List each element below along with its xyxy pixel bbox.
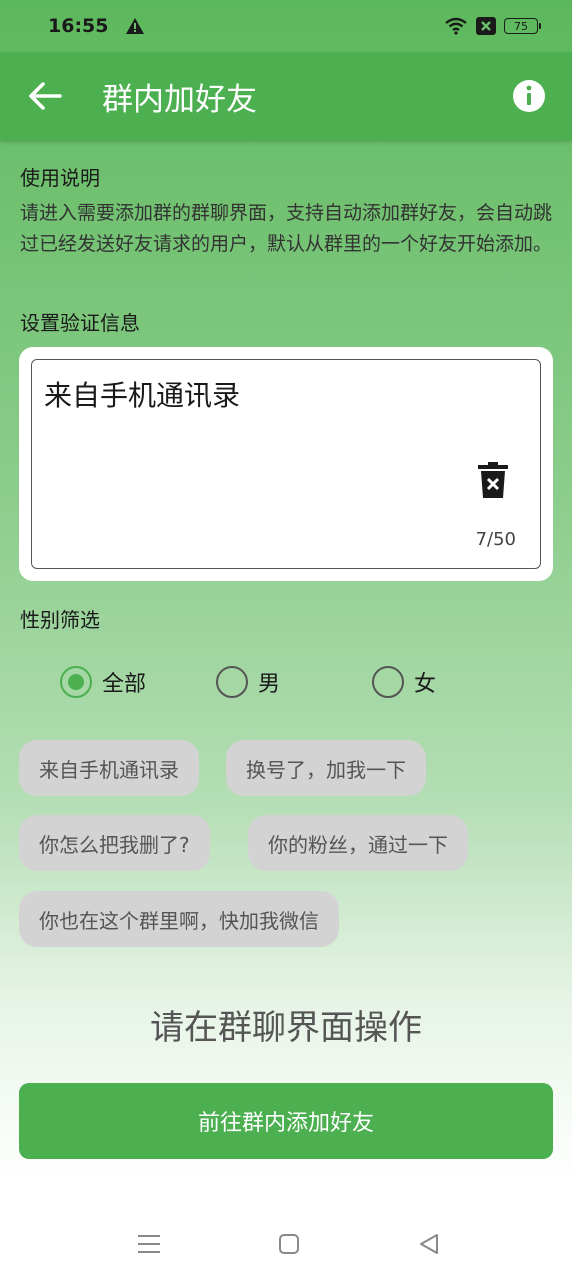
char-counter: 7/50 (475, 529, 516, 550)
go-add-friends-button[interactable]: 前往群内添加好友 (19, 1083, 553, 1159)
verify-message-value: 来自手机通讯录 (44, 379, 241, 412)
system-nav-bar (0, 1215, 572, 1275)
radio-male-label: 男 (258, 672, 281, 697)
radio-female-label: 女 (414, 672, 437, 697)
back-triangle-icon[interactable] (416, 1231, 442, 1257)
gender-label: 性别筛选 (20, 608, 100, 632)
page-title: 群内加好友 (102, 81, 257, 118)
preset-chip[interactable]: 你怎么把我删了? (19, 815, 210, 871)
status-bar: 16:55 75 (0, 0, 572, 52)
verify-label: 设置验证信息 (20, 311, 140, 335)
instructions-label: 使用说明 (20, 166, 100, 190)
app-bar: 群内加好友 (0, 52, 572, 140)
operation-hint: 请在群聊界面操作 (150, 1008, 422, 1048)
radio-all-circle (60, 666, 92, 698)
status-time: 16:55 (48, 15, 109, 37)
arrow-left-icon (29, 82, 62, 110)
radio-female-circle (372, 666, 404, 698)
radio-male[interactable]: 男 (216, 666, 280, 698)
home-icon[interactable] (276, 1231, 302, 1257)
preset-chip[interactable]: 来自手机通讯录 (19, 740, 199, 796)
gender-radio-group: 全部 男 女 (60, 666, 480, 698)
instructions-text: 请进入需要添加群的群聊界面，支持自动添加群好友，会自动跳过已经发送好友请求的用户… (20, 202, 553, 255)
back-button[interactable] (26, 77, 64, 115)
warning-icon (126, 18, 145, 34)
delete-icon[interactable] (478, 462, 508, 498)
info-icon[interactable] (512, 79, 546, 113)
battery-icon: 75 (504, 18, 541, 34)
battery-level: 75 (514, 19, 528, 33)
preset-chip[interactable]: 你也在这个群里啊，快加我微信 (19, 891, 339, 947)
verify-card: 来自手机通讯录 7/50 (19, 347, 553, 581)
preset-chip[interactable]: 换号了，加我一下 (226, 740, 426, 796)
no-sim-icon (476, 17, 496, 35)
menu-icon[interactable] (136, 1231, 162, 1257)
wifi-icon (445, 17, 467, 35)
verify-message-input[interactable]: 来自手机通讯录 7/50 (31, 359, 541, 569)
radio-male-circle (216, 666, 248, 698)
preset-chip[interactable]: 你的粉丝，通过一下 (248, 815, 468, 871)
radio-female[interactable]: 女 (372, 666, 436, 698)
radio-all[interactable]: 全部 (60, 666, 146, 698)
radio-all-label: 全部 (102, 672, 147, 697)
status-icons: 75 (444, 17, 541, 35)
